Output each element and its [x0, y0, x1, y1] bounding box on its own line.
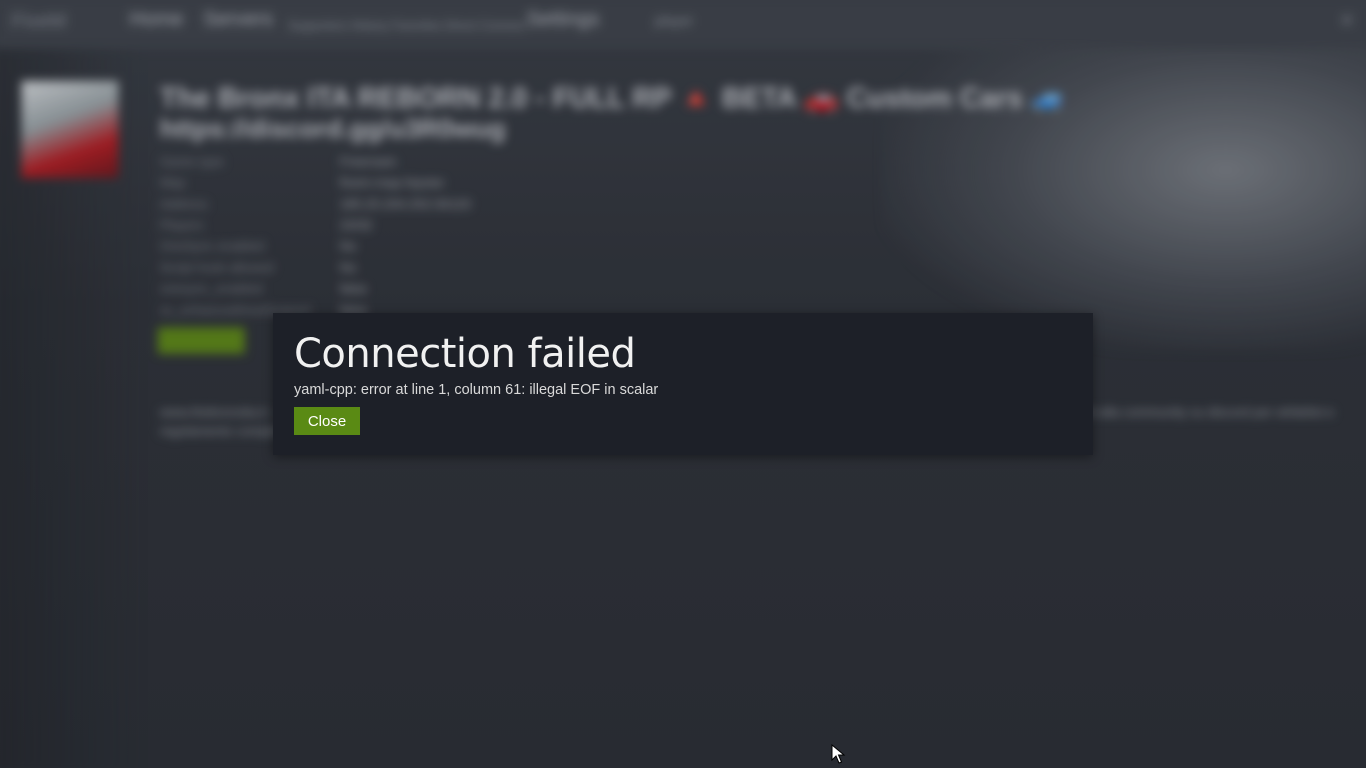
- dialog-error-message: yaml-cpp: error at line 1, column 61: il…: [294, 382, 659, 398]
- mouse-cursor-icon: [831, 744, 846, 764]
- app-window: FiveM Home Servers Supporters History Fa…: [0, 0, 1366, 768]
- close-button[interactable]: Close: [294, 407, 360, 435]
- dialog-title: Connection failed: [294, 331, 636, 377]
- connection-failed-dialog: Connection failed yaml-cpp: error at lin…: [273, 313, 1093, 455]
